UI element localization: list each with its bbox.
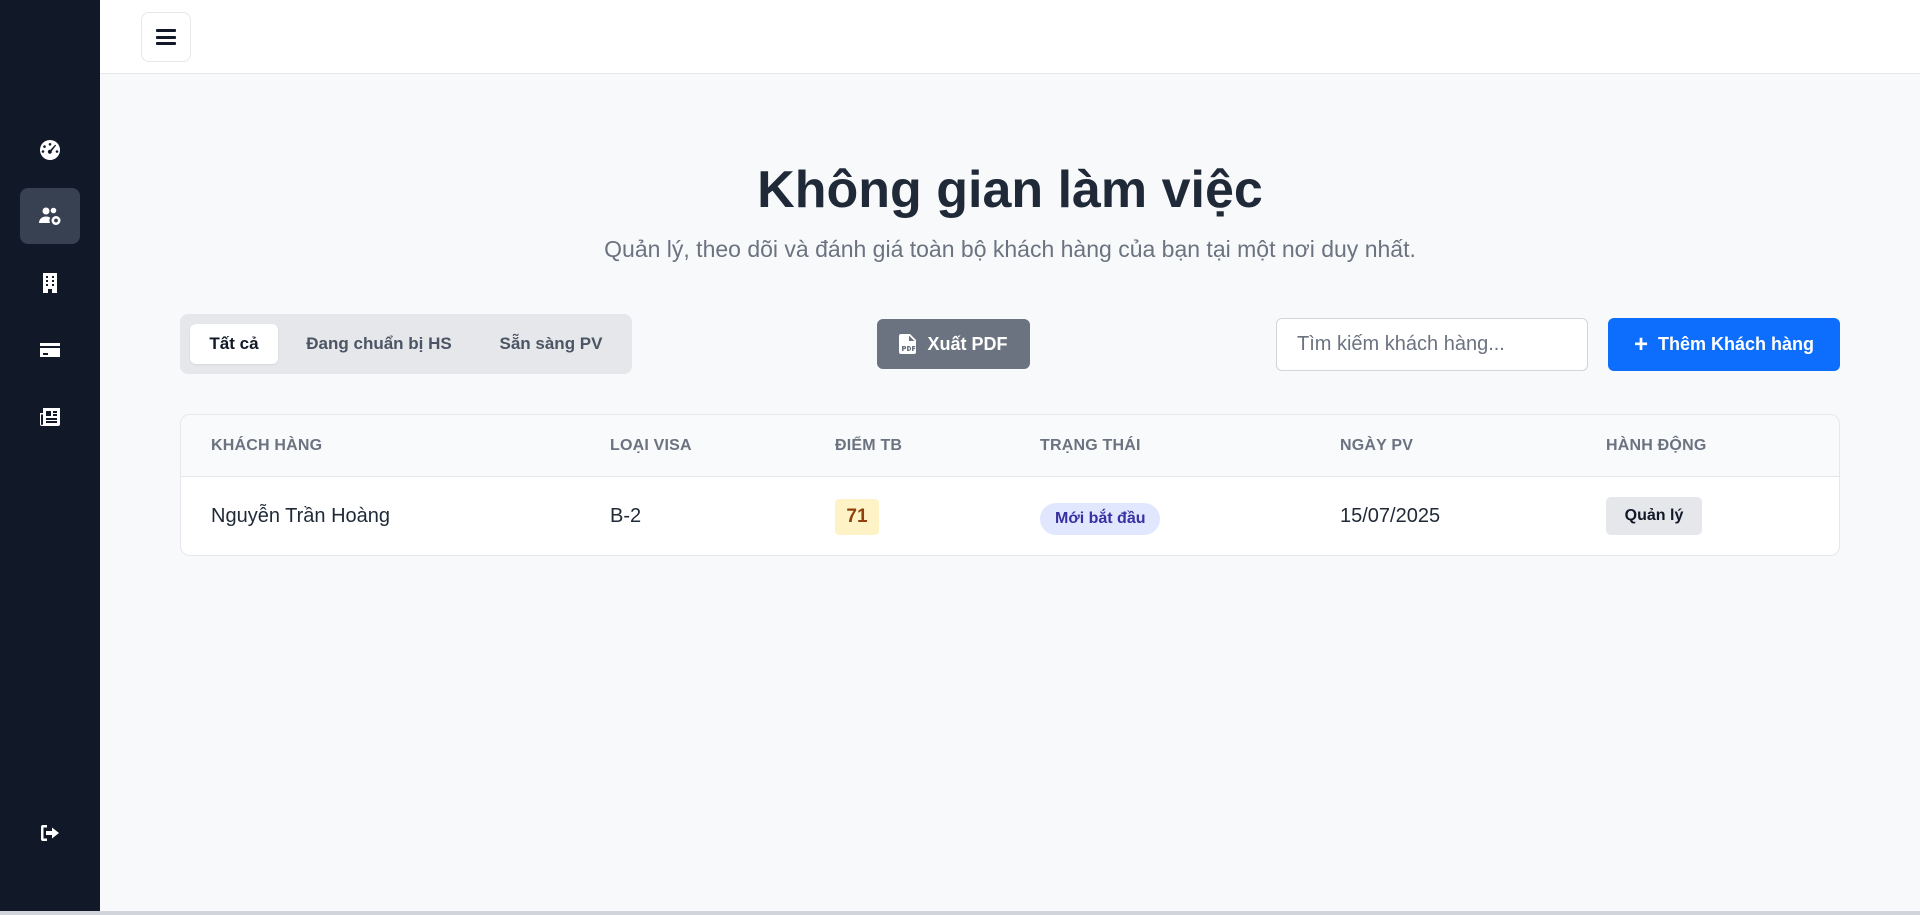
building-icon bbox=[43, 273, 57, 293]
manage-button[interactable]: Quản lý bbox=[1606, 497, 1702, 535]
hamburger-icon bbox=[156, 29, 176, 45]
add-client-button[interactable]: + Thêm Khách hàng bbox=[1608, 318, 1840, 371]
table-header: KHÁCH HÀNG LOẠI VISA ĐIỂM TB TRẠNG THÁI … bbox=[181, 415, 1839, 477]
column-header-status[interactable]: TRẠNG THÁI bbox=[1040, 437, 1141, 455]
newspaper-icon bbox=[40, 408, 60, 426]
add-client-label: Thêm Khách hàng bbox=[1658, 334, 1815, 354]
sidebar-item-dashboard[interactable] bbox=[20, 122, 80, 178]
table-row[interactable]: Nguyễn Trần Hoàng B-2 71 Mới bắt đầu 15/… bbox=[181, 477, 1839, 555]
dashboard-icon bbox=[40, 140, 60, 160]
visa-type: B-2 bbox=[610, 505, 642, 527]
search-input[interactable] bbox=[1276, 318, 1588, 371]
status-badge: Mới bắt đầu bbox=[1040, 503, 1161, 535]
page-title: Không gian làm việc bbox=[757, 161, 1263, 219]
column-header-visa-type[interactable]: LOẠI VISA bbox=[610, 437, 692, 455]
export-pdf-label: Xuất PDF bbox=[927, 333, 1008, 354]
sidebar bbox=[0, 0, 100, 911]
file-pdf-icon bbox=[899, 334, 917, 354]
sidebar-item-clients[interactable] bbox=[20, 188, 80, 244]
customer-name[interactable]: Nguyễn Trần Hoàng bbox=[211, 505, 390, 528]
sidebar-item-payments[interactable] bbox=[20, 322, 80, 378]
sidebar-item-news[interactable] bbox=[20, 389, 80, 445]
status-filter-tabs: Tất cả Đang chuẩn bị HS Sẵn sàng PV bbox=[180, 314, 632, 374]
tab-preparing-documents[interactable]: Đang chuẩn bị HS bbox=[288, 324, 470, 364]
score-badge: 71 bbox=[835, 499, 879, 535]
sidebar-item-companies[interactable] bbox=[20, 255, 80, 311]
export-pdf-button[interactable]: Xuất PDF bbox=[877, 319, 1030, 369]
column-header-score[interactable]: ĐIỂM TB bbox=[835, 437, 902, 455]
column-header-customer[interactable]: KHÁCH HÀNG bbox=[211, 437, 322, 455]
tab-all[interactable]: Tất cả bbox=[190, 324, 278, 364]
clients-table: KHÁCH HÀNG LOẠI VISA ĐIỂM TB TRẠNG THÁI … bbox=[180, 414, 1840, 556]
interview-date: 15/07/2025 bbox=[1340, 505, 1441, 527]
users-cog-icon bbox=[39, 207, 61, 226]
logout-icon bbox=[41, 825, 59, 841]
credit-card-icon bbox=[40, 343, 60, 357]
top-bar bbox=[100, 0, 1920, 74]
tab-ready-for-interview[interactable]: Sẵn sàng PV bbox=[480, 324, 622, 364]
plus-icon: + bbox=[1633, 330, 1648, 358]
page-subtitle: Quản lý, theo dõi và đánh giá toàn bộ kh… bbox=[604, 236, 1416, 262]
column-header-interview-date[interactable]: NGÀY PV bbox=[1340, 437, 1413, 455]
column-header-actions: HÀNH ĐỘNG bbox=[1606, 437, 1707, 454]
menu-toggle-button[interactable] bbox=[141, 12, 191, 62]
logout-button[interactable] bbox=[20, 805, 80, 861]
window-bottom-border bbox=[0, 911, 1920, 915]
